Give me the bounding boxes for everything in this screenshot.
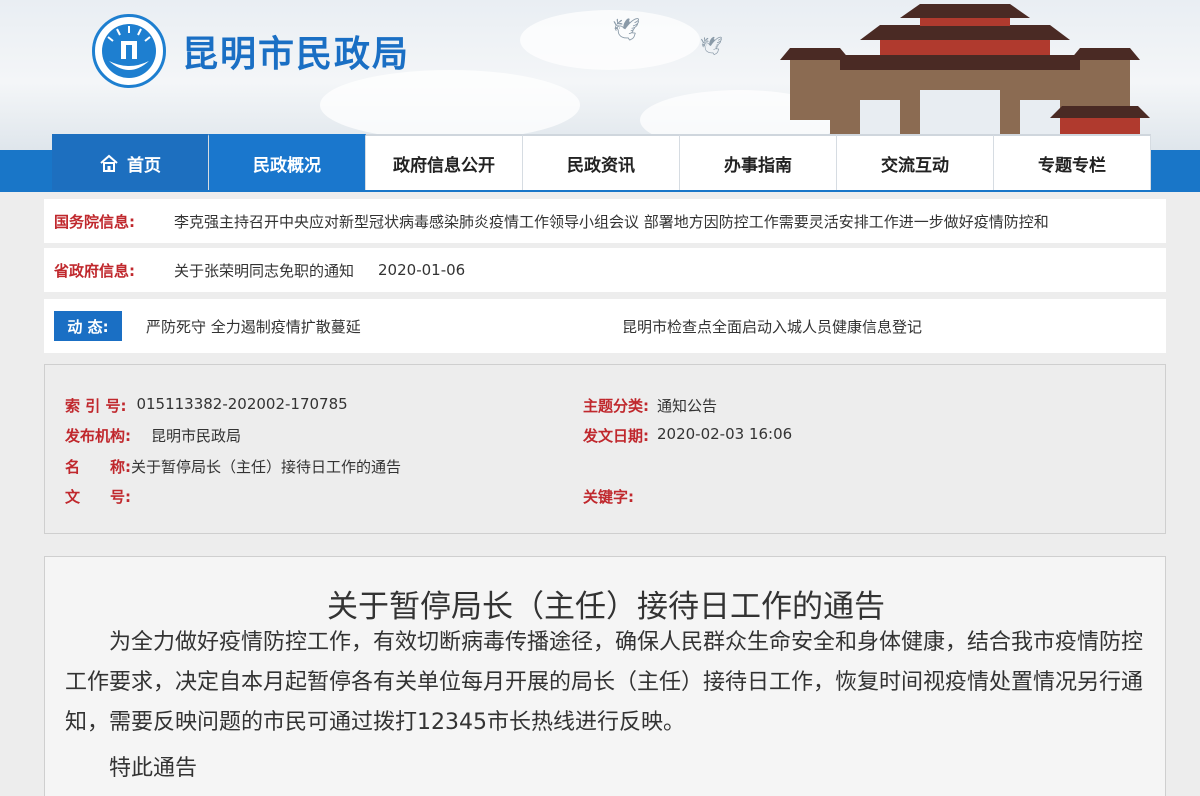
cloud-decoration [520, 10, 700, 70]
nav-item-services[interactable]: 办事指南 [680, 134, 837, 190]
nav-item-news[interactable]: 民政资讯 [523, 134, 680, 190]
nav-label: 办事指南 [724, 155, 792, 176]
index-number-label: 索 引 号: [65, 397, 127, 415]
dynamics-news-link[interactable]: 严防死守 全力遏制疫情扩散蔓延 [146, 316, 622, 337]
provincial-news-link[interactable]: 关于张荣明同志免职的通知 [174, 260, 354, 281]
nav-item-overview[interactable]: 民政概况 [209, 134, 366, 190]
seagull-icon: 🕊 [612, 18, 640, 43]
keywords-field: 关键字: [583, 486, 634, 507]
issue-date-value: 2020-02-03 16:06 [657, 425, 793, 443]
topic-label: 主题分类: [583, 397, 649, 415]
nav-label: 专题专栏 [1038, 155, 1106, 176]
provincial-info-bar: 省政府信息: 关于张荣明同志免职的通知 2020-01-06 [44, 248, 1166, 292]
provincial-label: 省政府信息: [54, 261, 135, 280]
index-number-value: 015113382-202002-170785 [136, 395, 348, 413]
document-name-value: 关于暂停局长（主任）接待日工作的通告 [131, 458, 402, 476]
nav-item-interaction[interactable]: 交流互动 [837, 134, 994, 190]
seagull-icon: 🕊 [700, 36, 723, 57]
site-title: 昆明市民政局 [182, 34, 411, 75]
nav-label: 首页 [127, 155, 161, 176]
topic-value: 通知公告 [657, 397, 718, 415]
provincial-news-date: 2020-01-06 [378, 261, 466, 279]
state-council-info-bar: 国务院信息: 李克强主持召开中央应对新型冠状病毒感染肺炎疫情工作领导小组会议 部… [44, 199, 1166, 243]
nav-label: 交流互动 [881, 155, 949, 176]
site-logo[interactable]: 昆明市民政局 [92, 14, 410, 88]
dynamics-bar: 动 态: 严防死守 全力遏制疫情扩散蔓延 昆明市检查点全面启动入城人员健康信息登… [44, 299, 1166, 353]
document-name-label: 称: [110, 458, 132, 476]
article-closing: 特此通告 [109, 756, 198, 781]
article-panel: 关于暂停局长（主任）接待日工作的通告 为全力做好疫情防控工作，有效切断病毒传播途… [44, 556, 1166, 796]
state-council-news-link[interactable]: 李克强主持召开中央应对新型冠状病毒感染肺炎疫情工作领导小组会议 部署地方因防控工… [174, 211, 1049, 232]
state-council-label: 国务院信息: [54, 212, 135, 231]
nav-label: 民政概况 [253, 155, 321, 176]
nav-label: 民政资讯 [567, 155, 635, 176]
dynamics-label: 动 态: [54, 311, 122, 341]
issue-date-field: 发文日期: 2020-02-03 16:06 [583, 425, 792, 446]
main-navigation: 首页 民政概况 政府信息公开 民政资讯 办事指南 交流互动 专题专栏 [0, 134, 1200, 192]
topic-field: 主题分类: 通知公告 [583, 395, 717, 416]
document-number-field: 文 号: [65, 486, 131, 507]
issue-date-label: 发文日期: [583, 427, 649, 445]
nav-label: 政府信息公开 [393, 155, 495, 176]
nav-item-topics[interactable]: 专题专栏 [994, 134, 1151, 190]
golden-horse-archway-icon [780, 4, 1150, 150]
keywords-label: 关键字: [583, 488, 634, 506]
dynamics-news-link[interactable]: 昆明市检查点全面启动入城人员健康信息登记 [622, 316, 922, 337]
nav-item-home[interactable]: 首页 [52, 134, 209, 190]
document-number-label: 文 [65, 488, 81, 506]
document-metadata: 索 引 号: 015113382-202002-170785 主题分类: 通知公… [44, 364, 1166, 534]
document-name-label: 名 [65, 458, 81, 476]
publisher-field: 发布机构: 昆明市民政局 [65, 425, 241, 446]
document-name-field: 名 称: 关于暂停局长（主任）接待日工作的通告 [65, 456, 401, 477]
article-paragraph: 为全力做好疫情防控工作，有效切断病毒传播途径，确保人民群众生命安全和身体健康，结… [65, 630, 1144, 735]
nav-item-gov-info[interactable]: 政府信息公开 [366, 134, 523, 190]
publisher-label: 发布机构: [65, 427, 131, 445]
document-number-label: 号: [110, 488, 132, 506]
article-title: 关于暂停局长（主任）接待日工作的通告 [327, 589, 885, 625]
home-icon [99, 154, 119, 172]
publisher-value: 昆明市民政局 [151, 427, 242, 445]
index-number-field: 索 引 号: 015113382-202002-170785 [65, 395, 348, 416]
civil-affairs-emblem-icon [92, 14, 166, 88]
site-header: 🕊 🕊 昆明市民政局 [0, 0, 1200, 150]
